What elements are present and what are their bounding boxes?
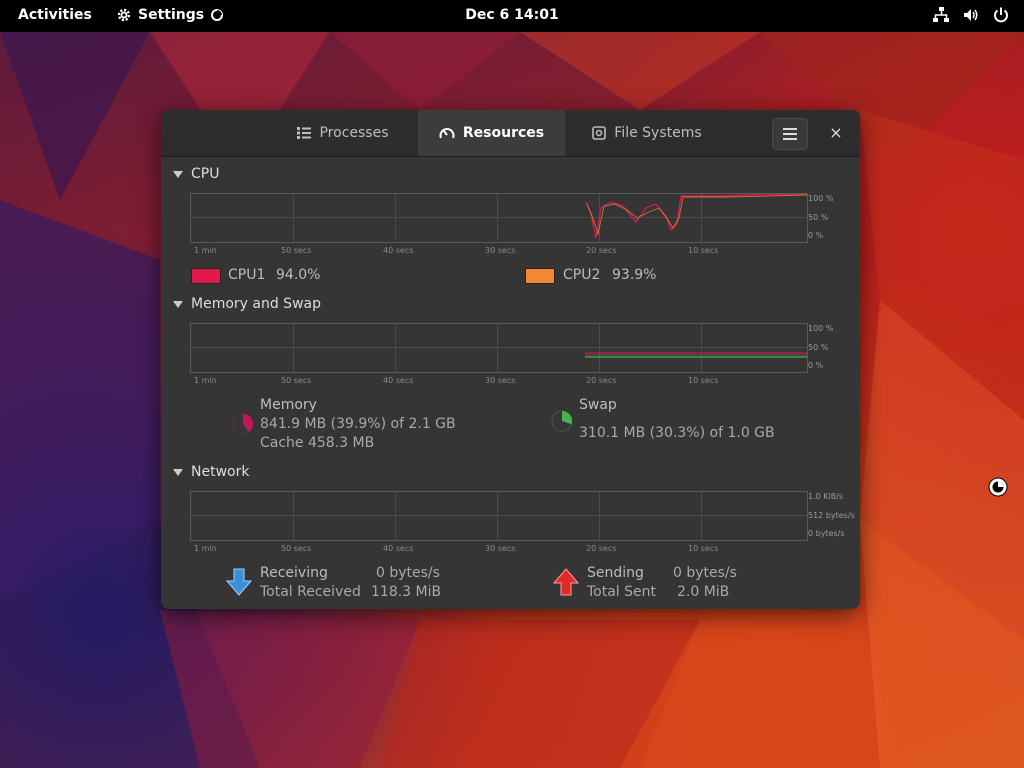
memory-used: 841.9 MB (39.9%) of 2.1 GB (260, 416, 456, 432)
memory-y-tick-0: 0 % (808, 361, 824, 370)
cpu-y-tick-50: 50 % (808, 213, 829, 222)
memory-x-tick: 10 secs (688, 376, 719, 385)
close-button[interactable]: × (825, 122, 847, 144)
sending-arrow-icon[interactable] (553, 568, 579, 596)
receiving-arrow-icon[interactable] (226, 568, 252, 596)
cpu-x-tick: 30 secs (485, 246, 516, 255)
network-graph (190, 491, 808, 541)
cpu-section-title: CPU (191, 166, 220, 182)
cpu-x-tick: 10 secs (688, 246, 719, 255)
memory-x-tick: 50 secs (281, 376, 312, 385)
cpu-x-tick: 1 min (194, 246, 217, 255)
total-received-label: Total Received (260, 584, 361, 600)
cpu2-color-button[interactable] (525, 268, 555, 284)
cpu-section-header[interactable]: CPU (173, 166, 219, 182)
network-x-tick: 1 min (194, 544, 217, 553)
list-icon (297, 127, 312, 139)
total-received-value: 118.3 MiB (371, 584, 442, 600)
memory-x-tick: 40 secs (383, 376, 414, 385)
tab-resources[interactable]: Resources (418, 110, 565, 156)
network-y-tick-top: 1.0 KiB/s (808, 492, 844, 501)
system-tray[interactable] (932, 6, 1010, 24)
tab-file-systems[interactable]: File Systems (573, 110, 721, 156)
network-y-tick-mid: 512 bytes/s (808, 511, 855, 520)
cpu-y-tick-100: 100 % (808, 194, 834, 203)
volume-icon (964, 9, 978, 21)
total-sent-value: 2.0 MiB (677, 584, 730, 600)
hamburger-icon (783, 128, 797, 140)
network-section-title: Network (191, 464, 250, 480)
network-x-tick: 30 secs (485, 544, 516, 553)
tab-file-systems-label: File Systems (614, 125, 702, 141)
memory-x-tick: 1 min (194, 376, 217, 385)
tab-processes[interactable]: Processes (279, 110, 407, 156)
cpu1-color-button[interactable] (191, 268, 221, 284)
memory-graph (190, 323, 808, 373)
network-section-header[interactable]: Network (173, 464, 249, 480)
busy-cursor-icon (988, 477, 1008, 497)
memory-x-tick: 30 secs (485, 376, 516, 385)
memory-x-tick: 20 secs (586, 376, 617, 385)
cpu2-value: 93.9% (612, 267, 657, 283)
memory-history-lines (585, 352, 807, 358)
swap-pie-icon[interactable] (550, 409, 574, 433)
memory-cache: Cache 458.3 MB (260, 435, 375, 451)
memory-y-tick-100: 100 % (808, 324, 834, 333)
expander-arrow-icon (173, 468, 183, 476)
network-icon (933, 7, 949, 22)
memory-pie-icon[interactable] (231, 412, 255, 436)
swap-label: Swap (579, 397, 617, 413)
total-sent-label: Total Sent (587, 584, 657, 600)
cpu1-value: 94.0% (276, 267, 321, 283)
network-y-tick-bottom: 0 bytes/s (808, 529, 845, 538)
cpu-y-tick-0: 0 % (808, 231, 824, 240)
cpu-x-tick: 50 secs (281, 246, 312, 255)
gauge-icon (439, 128, 455, 139)
receiving-label: Receiving (260, 565, 328, 581)
system-monitor-window: Processes Resources File Systems × CPU 1… (161, 110, 860, 609)
header-bar: Processes Resources File Systems × (161, 110, 860, 157)
cpu-graph (190, 193, 808, 243)
network-x-tick: 10 secs (688, 544, 719, 553)
memory-section-header[interactable]: Memory and Swap (173, 296, 321, 312)
sending-label: Sending (587, 565, 644, 581)
power-icon (994, 7, 1008, 23)
cpu-x-tick: 40 secs (383, 246, 414, 255)
cpu-history-lines (585, 194, 807, 239)
cpu2-label: CPU2 (563, 267, 601, 283)
cpu1-label: CPU1 (228, 267, 266, 283)
expander-arrow-icon (173, 300, 183, 308)
memory-section-title: Memory and Swap (191, 296, 321, 312)
expander-arrow-icon (173, 170, 183, 178)
tab-processes-label: Processes (319, 125, 389, 141)
network-x-tick: 20 secs (586, 544, 617, 553)
close-icon: × (829, 123, 843, 142)
swap-used: 310.1 MB (30.3%) of 1.0 GB (579, 425, 775, 441)
main-menu-button[interactable] (772, 118, 808, 150)
disk-icon (592, 126, 607, 140)
tab-resources-label: Resources (462, 125, 545, 141)
clock[interactable]: Dec 6 14:01 (0, 7, 1024, 23)
top-bar: Activities Settings Dec 6 14:01 (0, 0, 1024, 32)
receiving-value: 0 bytes/s (376, 565, 440, 581)
cpu-x-tick: 20 secs (586, 246, 617, 255)
memory-label: Memory (260, 397, 317, 413)
network-x-tick: 50 secs (281, 544, 312, 553)
sending-value: 0 bytes/s (673, 565, 737, 581)
memory-y-tick-50: 50 % (808, 343, 829, 352)
network-x-tick: 40 secs (383, 544, 414, 553)
